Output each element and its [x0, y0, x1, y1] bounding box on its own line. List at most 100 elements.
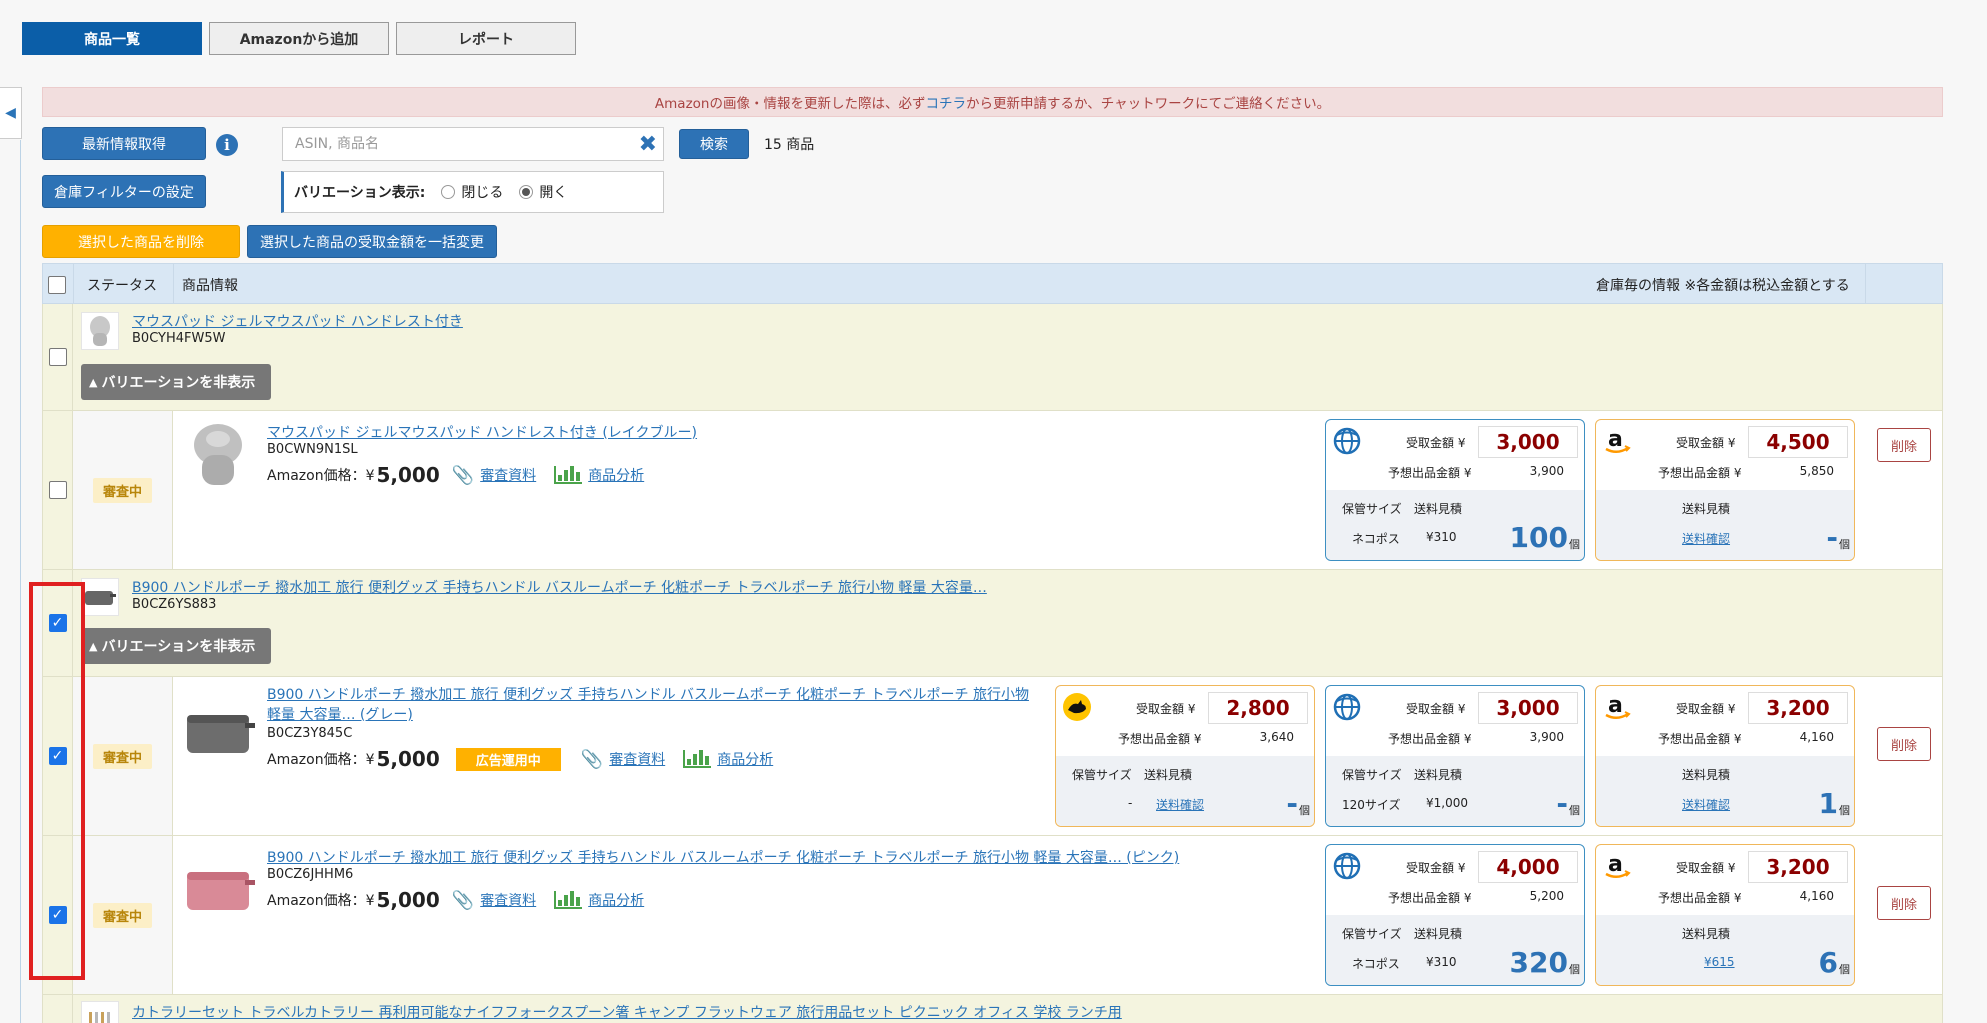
notice-text-after: から更新申請するか、チャットワークにてご連絡ください。	[965, 96, 1331, 112]
receive-amount-field[interactable]: 2,800	[1208, 692, 1308, 724]
variation-title-link[interactable]: マウスパッド ジェルマウスパッド ハンドレスト付き (レイクブルー)	[267, 422, 697, 442]
variation-title-line2[interactable]: 軽量 大容量… (グレー)	[267, 705, 1029, 725]
expected-amount-value: 3,900	[1529, 464, 1564, 478]
shipping-estimate-label: 送料見積	[1414, 768, 1463, 782]
analysis-link[interactable]: 商品分析	[588, 465, 644, 485]
storage-size-label: 保管サイズ	[1342, 502, 1402, 516]
shipping-estimate-label: 送料見積	[1682, 927, 1731, 941]
hide-variation-button[interactable]: ▲ バリエーションを非表示	[81, 628, 271, 664]
warehouse-filter-button[interactable]: 倉庫フィルターの設定	[42, 175, 206, 208]
sidebar-collapse-button[interactable]: ◀	[0, 87, 22, 139]
check-shipping-link[interactable]: 送料確認	[1682, 530, 1730, 547]
analysis-link[interactable]: 商品分析	[717, 749, 773, 769]
variation-asin: B0CWN9N1SL	[267, 442, 358, 457]
variation-row: ✓ 審査中 B900 ハンドルポーチ 撥水加工 旅行 便利グッズ 手持ちハンドル…	[42, 836, 1943, 995]
status-cell: 審査中	[73, 677, 173, 835]
tab-add-from-amazon[interactable]: Amazonから追加	[209, 22, 389, 55]
header-divider	[73, 264, 74, 305]
expected-amount-value: 5,850	[1799, 464, 1834, 478]
amazon-price: Amazon価格：¥ 5,000 広告運用中 📎 審査資料 商品分析	[267, 747, 774, 771]
search-input[interactable]	[283, 128, 623, 160]
product-group-row: マウスパッド ジェルマウスパッド ハンドレスト付き B0CYH4FW5W ▲ バリ…	[42, 304, 1943, 411]
ad-running-badge: 広告運用中	[455, 747, 561, 771]
check-shipping-link[interactable]: 送料確認	[1156, 796, 1204, 813]
variation-asin: B0CZ6JHHM6	[267, 867, 354, 882]
delete-selected-button[interactable]: 選択した商品を削除	[42, 225, 240, 258]
status-cell: 審査中	[73, 411, 173, 569]
table-header: ステータス 商品情報 倉庫毎の情報 ※各金額は税込金額とする	[42, 263, 1943, 305]
storage-size-value: 120サイズ	[1342, 798, 1401, 812]
product-thumbnail	[81, 312, 119, 350]
product-group-row: カトラリーセット トラベルカトラリー 再利用可能なナイフフォークスプーン箸 キャ…	[42, 995, 1943, 1023]
select-all-checkbox[interactable]	[48, 275, 66, 294]
product-thumbnail	[81, 578, 119, 616]
bar-chart-icon	[554, 891, 583, 909]
tab-report[interactable]: レポート	[396, 22, 576, 55]
delete-button[interactable]: 削除	[1877, 428, 1931, 462]
tab-product-list[interactable]: 商品一覧	[22, 22, 202, 55]
paperclip-icon: 📎	[580, 748, 604, 770]
receive-amount-field[interactable]: 3,000	[1478, 692, 1578, 724]
variation-title-link[interactable]: B900 ハンドルポーチ 撥水加工 旅行 便利グッズ 手持ちハンドル バスルーム…	[267, 847, 1179, 867]
variation-image	[188, 423, 248, 491]
variation-display-toggle: バリエーション表示: 閉じる 開く	[281, 171, 664, 213]
row-checkbox[interactable]	[48, 348, 67, 366]
select-all-cell	[48, 264, 66, 305]
review-docs-link[interactable]: 審査資料	[480, 890, 536, 910]
info-icon[interactable]: i	[216, 134, 238, 156]
receive-amount-field[interactable]: 4,500	[1748, 426, 1848, 458]
receive-amount-field[interactable]: 3,000	[1478, 426, 1578, 458]
variation-image	[185, 868, 255, 916]
warehouse-card-amazon: a 受取金額 ¥ 3,200 予想出品金額 ¥ 4,160 送料見積 ¥615 …	[1595, 844, 1855, 986]
expected-amount-label: 予想出品金額 ¥	[1388, 891, 1472, 905]
warehouse-card-yamato: 受取金額 ¥ 2,800 予想出品金額 ¥ 3,640 保管サイズ 送料見積 -…	[1055, 685, 1315, 827]
globe-icon	[1333, 852, 1361, 880]
amazon-logo-icon: a	[1605, 693, 1631, 719]
shipping-estimate-link[interactable]: ¥615	[1704, 955, 1735, 969]
analysis-link[interactable]: 商品分析	[588, 890, 644, 910]
receive-amount-field[interactable]: 4,000	[1478, 851, 1578, 883]
storage-size-label: 保管サイズ	[1342, 927, 1402, 941]
unit-label: 個	[1569, 538, 1580, 551]
hide-variation-button[interactable]: ▲ バリエーションを非表示	[81, 364, 271, 400]
row-select-cell	[43, 304, 73, 410]
delete-button[interactable]: 削除	[1877, 886, 1931, 920]
product-title-link[interactable]: マウスパッド ジェルマウスパッド ハンドレスト付き	[132, 311, 463, 331]
notice-text-before: Amazonの画像・情報を更新した際は、必ず	[654, 96, 926, 112]
shipping-estimate-label: 送料見積	[1144, 768, 1193, 782]
variation-row: ✓ 審査中 B900 ハンドルポーチ 撥水加工 旅行 便利グッズ 手持ちハンドル…	[42, 677, 1943, 836]
warehouse-card-globe: 受取金額 ¥ 3,000 予想出品金額 ¥ 3,900 保管サイズ 送料見積 ネ…	[1325, 419, 1585, 561]
black-cat-icon	[1063, 693, 1091, 721]
clear-search-icon[interactable]: ✖	[639, 132, 657, 157]
warehouse-card-globe: 受取金額 ¥ 3,000 予想出品金額 ¥ 3,900 保管サイズ 送料見積 1…	[1325, 685, 1585, 827]
variation-close-radio[interactable]: 閉じる	[441, 182, 503, 202]
product-thumbnail	[81, 1001, 119, 1023]
variation-title-link[interactable]: B900 ハンドルポーチ 撥水加工 旅行 便利グッズ 手持ちハンドル バスルーム…	[267, 685, 1029, 725]
receive-amount-field[interactable]: 3,200	[1748, 851, 1848, 883]
variation-display-label: バリエーション表示:	[294, 185, 426, 201]
triangle-up-icon: ▲	[89, 375, 98, 389]
selection-highlight	[29, 582, 85, 980]
row-select-cell	[43, 995, 73, 1023]
product-title-link[interactable]: カトラリーセット トラベルカトラリー 再利用可能なナイフフォークスプーン箸 キャ…	[132, 1002, 1122, 1022]
storage-size-value: ネコポス	[1352, 957, 1400, 971]
bar-chart-icon	[683, 750, 712, 768]
stock-quantity: 1	[1818, 787, 1838, 820]
review-docs-link[interactable]: 審査資料	[609, 749, 665, 769]
stock-quantity: -	[1826, 521, 1838, 554]
row-checkbox[interactable]	[48, 481, 67, 499]
delete-button[interactable]: 削除	[1877, 727, 1931, 761]
receive-amount-field[interactable]: 3,200	[1748, 692, 1848, 724]
check-shipping-link[interactable]: 送料確認	[1682, 796, 1730, 813]
variation-open-radio[interactable]: 開く	[519, 182, 567, 202]
notice-link[interactable]: コチラ	[925, 92, 966, 112]
bulk-change-amount-button[interactable]: 選択した商品の受取金額を一括変更	[247, 225, 497, 258]
receive-amount-label: 受取金額 ¥	[1406, 436, 1466, 450]
fetch-latest-button[interactable]: 最新情報取得	[42, 127, 206, 160]
expected-amount-label: 予想出品金額 ¥	[1118, 732, 1202, 746]
caret-left-icon: ◀	[5, 105, 16, 121]
product-title-link[interactable]: B900 ハンドルポーチ 撥水加工 旅行 便利グッズ 手持ちハンドル バスルーム…	[132, 577, 987, 597]
variation-title-line1[interactable]: B900 ハンドルポーチ 撥水加工 旅行 便利グッズ 手持ちハンドル バスルーム…	[267, 685, 1029, 705]
search-button[interactable]: 検索	[679, 129, 749, 159]
review-docs-link[interactable]: 審査資料	[480, 465, 536, 485]
